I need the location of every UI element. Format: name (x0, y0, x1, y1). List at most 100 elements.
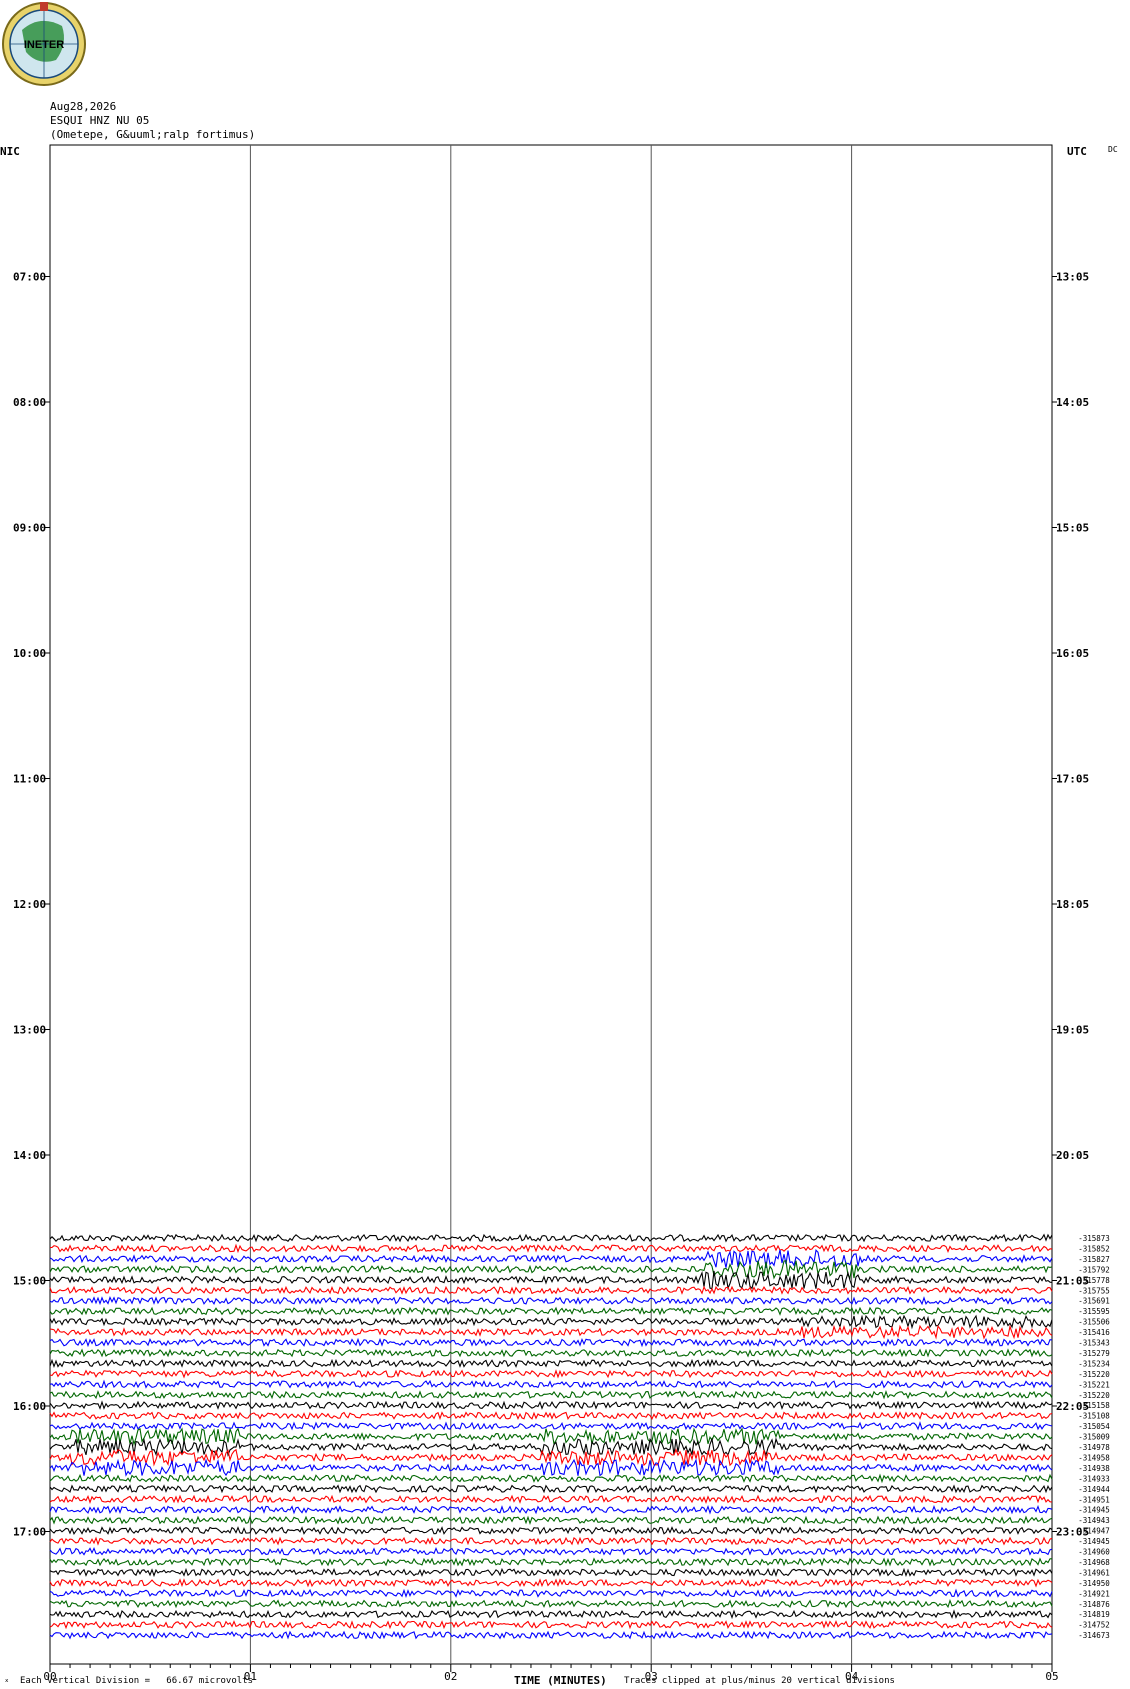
dc-offset-value: -314752 (1078, 1621, 1110, 1630)
dc-offset-value: -314933 (1078, 1474, 1110, 1483)
seismic-trace (49, 1337, 1053, 1348)
seismic-trace (49, 1619, 1053, 1630)
left-hour-label: 08:00 (13, 396, 46, 409)
seismic-trace (49, 1249, 1053, 1268)
dc-offset-value: -314943 (1078, 1516, 1110, 1525)
left-hour-label: 09:00 (13, 522, 46, 535)
dc-offset-value: -315234 (1078, 1359, 1110, 1368)
seismic-trace (49, 1588, 1053, 1598)
dc-offset-value: -315691 (1078, 1297, 1110, 1306)
seismic-trace (49, 1296, 1053, 1306)
dc-offset-value: -314951 (1078, 1495, 1110, 1504)
seismic-trace (49, 1458, 1053, 1477)
left-hour-label: 16:00 (13, 1400, 46, 1413)
seismic-trace (49, 1421, 1053, 1431)
dc-offset-value: -314960 (1078, 1548, 1110, 1557)
seismic-trace (49, 1389, 1053, 1400)
seismic-trace (49, 1260, 1053, 1280)
seismic-trace (49, 1324, 1053, 1340)
dc-offset-value: -315778 (1078, 1276, 1110, 1285)
seismic-trace (49, 1536, 1053, 1546)
left-hour-label: 14:00 (13, 1149, 46, 1162)
right-hour-label: 17:05 (1056, 773, 1089, 786)
right-hour-label: 15:05 (1056, 522, 1089, 535)
left-hour-label: 11:00 (13, 773, 46, 786)
seismic-trace (49, 1484, 1053, 1494)
seismic-trace (49, 1369, 1053, 1379)
left-hour-label: 13:00 (13, 1024, 46, 1037)
dc-offset-value: -314947 (1078, 1527, 1110, 1536)
dc-offset-value: -315279 (1078, 1349, 1110, 1358)
dc-offset-value: -314673 (1078, 1631, 1110, 1640)
dc-offset-value: -315595 (1078, 1307, 1110, 1316)
seismic-trace (49, 1504, 1053, 1515)
seismic-trace (49, 1557, 1052, 1567)
right-hour-label: 18:05 (1056, 898, 1089, 911)
dc-offset-value: -315755 (1078, 1286, 1110, 1295)
footer-clip-note: Traces clipped at plus/minus 20 vertical… (624, 1676, 895, 1686)
right-hour-label: 14:05 (1056, 396, 1089, 409)
dc-offset-value: -315220 (1078, 1391, 1110, 1400)
left-hour-label: 07:00 (13, 271, 46, 284)
left-hour-label: 12:00 (13, 898, 46, 911)
left-hour-label: 17:00 (13, 1526, 46, 1539)
dc-offset-value: -314978 (1078, 1443, 1110, 1452)
seismic-trace (49, 1427, 1053, 1447)
dc-offset-value: -315792 (1078, 1265, 1110, 1274)
dc-offset-value: -314945 (1078, 1537, 1110, 1546)
seismic-trace (49, 1233, 1053, 1243)
seismic-trace (49, 1306, 1053, 1316)
footer-icon: ₓ (4, 1675, 10, 1685)
seismic-trace (49, 1630, 1053, 1640)
footer-scale-note: Each Vertical Division = 66.67 microvolt… (20, 1676, 253, 1686)
dc-offset-value: -314961 (1078, 1568, 1110, 1577)
dc-offset-value: -314921 (1078, 1589, 1110, 1598)
seismogram-plot: 00 01 02 03 04 0507:0008:0009:0010:0011:0012:… (13, 144, 1110, 1683)
dc-offset-value: -315220 (1078, 1370, 1110, 1379)
dc-offset-value: -314876 (1078, 1600, 1110, 1609)
dc-offset-value: -315108 (1078, 1412, 1110, 1421)
dc-offset-value: -315506 (1078, 1318, 1110, 1327)
seismic-trace (49, 1285, 1053, 1295)
right-hour-label: 20:05 (1056, 1149, 1089, 1162)
seismic-trace (49, 1609, 1053, 1620)
dc-offset-value: -314944 (1078, 1485, 1110, 1494)
dc-offset-value: -315343 (1078, 1339, 1110, 1348)
right-hour-label: 16:05 (1056, 647, 1089, 660)
seismic-trace (49, 1567, 1053, 1578)
dc-offset-value: -315827 (1078, 1255, 1110, 1264)
dc-offset-value: -315873 (1078, 1234, 1110, 1243)
dc-offset-value: -315054 (1078, 1422, 1110, 1431)
seismic-trace (49, 1348, 1053, 1358)
seismic-trace (49, 1411, 1053, 1421)
seismic-trace (49, 1578, 1053, 1588)
seismic-trace (49, 1515, 1053, 1525)
seismic-trace (49, 1314, 1053, 1330)
dc-offset-value: -314938 (1078, 1464, 1110, 1473)
left-hour-label: 10:00 (13, 647, 46, 660)
dc-offset-value: -315221 (1078, 1380, 1110, 1389)
dc-offset-value: -315009 (1078, 1433, 1110, 1442)
dc-offset-value: -315852 (1078, 1244, 1110, 1253)
seismic-trace (49, 1526, 1053, 1535)
dc-offset-value: -314819 (1078, 1610, 1110, 1619)
right-hour-label: 19:05 (1056, 1024, 1089, 1037)
x-tick-label: 05 (1045, 1670, 1058, 1683)
dc-offset-value: -315158 (1078, 1401, 1110, 1410)
seismic-trace (49, 1400, 1053, 1410)
left-hour-label: 15:00 (13, 1275, 46, 1288)
seismic-trace (49, 1270, 1053, 1291)
dc-offset-value: -315416 (1078, 1328, 1110, 1337)
dc-offset-value: -314968 (1078, 1558, 1110, 1567)
seismic-trace (49, 1358, 1053, 1369)
x-tick-label: 02 (444, 1670, 457, 1683)
seismic-trace (49, 1598, 1053, 1609)
right-hour-label: 13:05 (1056, 271, 1089, 284)
seismic-trace (49, 1473, 1053, 1484)
dc-offset-value: -314945 (1078, 1506, 1110, 1515)
x-axis-label: TIME (MINUTES) (514, 1674, 607, 1687)
seismic-trace (49, 1243, 1053, 1254)
dc-offset-value: -314950 (1078, 1579, 1110, 1588)
seismic-trace (49, 1379, 1053, 1389)
seismic-trace (49, 1494, 1053, 1504)
